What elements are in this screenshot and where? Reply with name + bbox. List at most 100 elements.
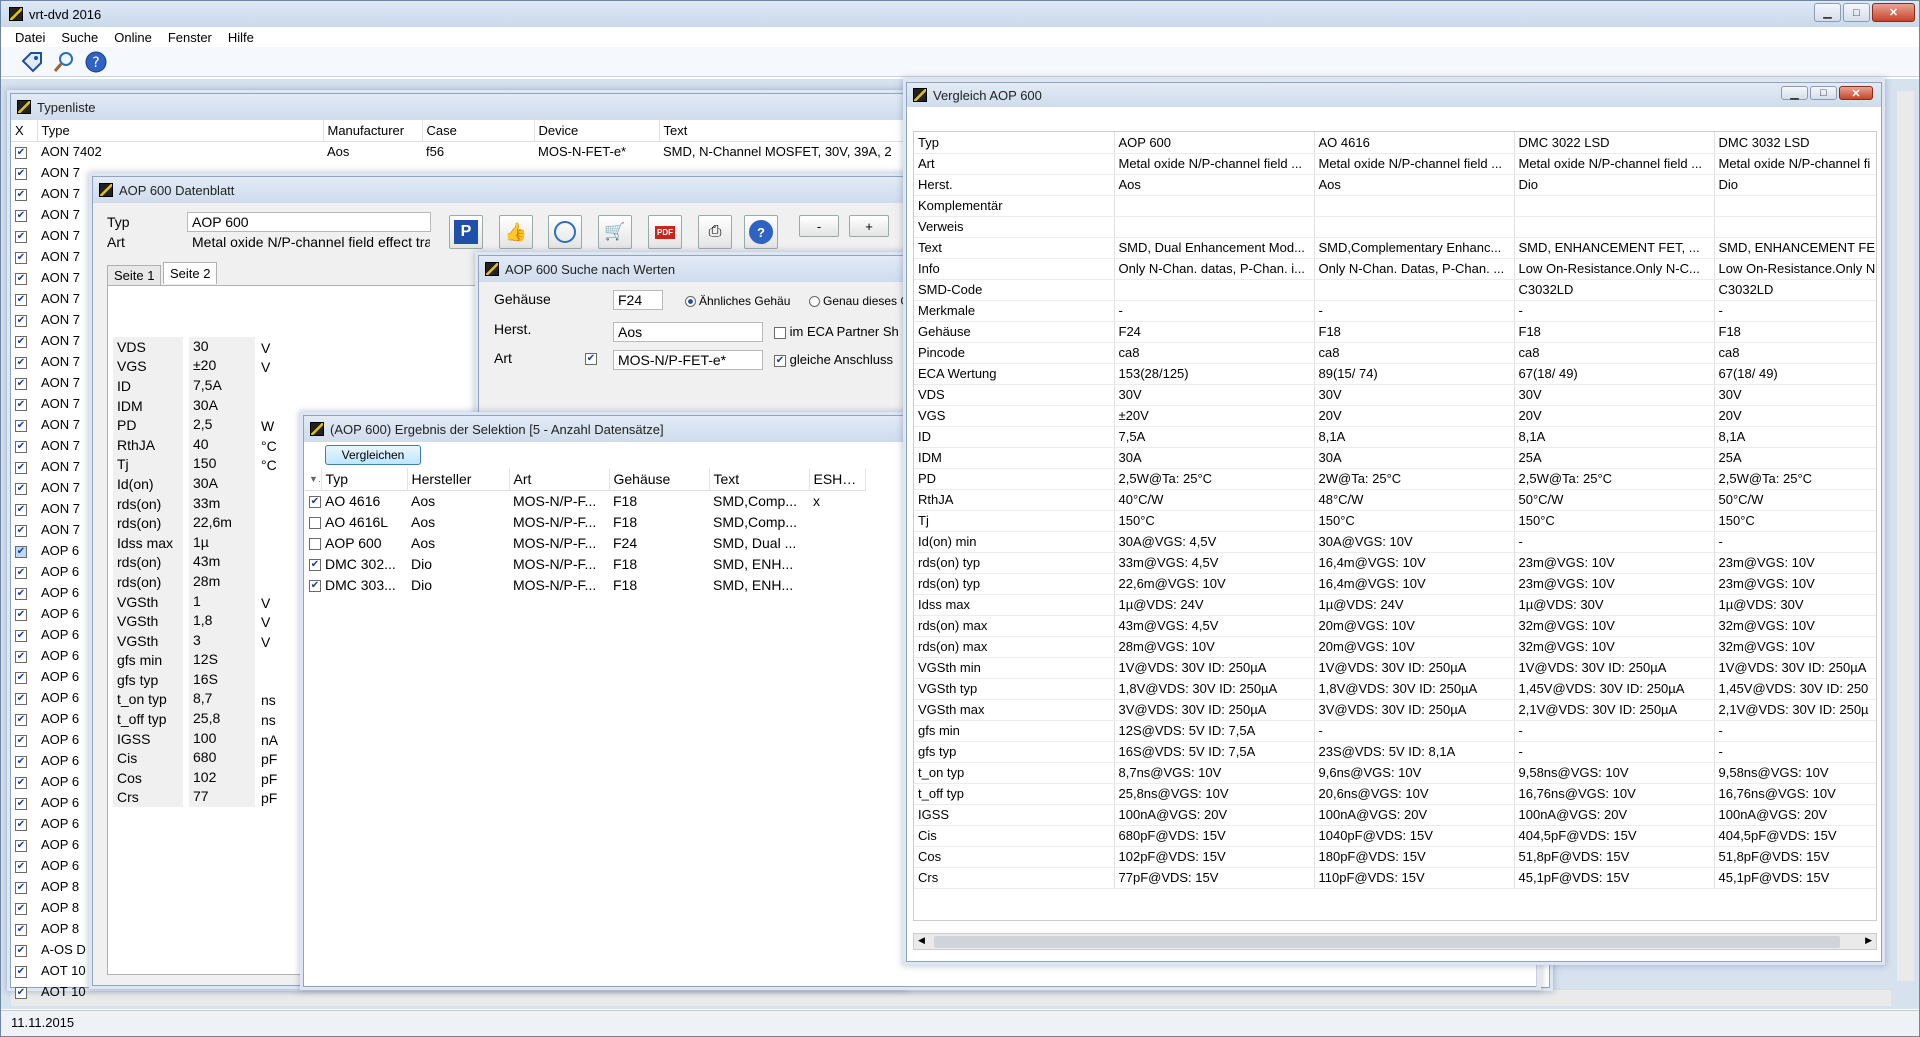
row-checkbox[interactable]: ✔ — [15, 965, 27, 978]
row-checkbox[interactable]: ✔ — [15, 734, 27, 747]
parking-button[interactable]: P — [449, 215, 483, 249]
row-checkbox[interactable]: ✔ — [15, 545, 27, 558]
vergleich-minimize-button[interactable]: ▁ — [1781, 86, 1808, 100]
art-field[interactable]: Metal oxide N/P-channel field effect tra — [187, 232, 431, 252]
row-checkbox[interactable]: ✔ — [15, 608, 27, 621]
row-checkbox[interactable]: ✔ — [15, 524, 27, 537]
print-button[interactable]: ⎙ — [698, 215, 732, 249]
row-checkbox[interactable]: ✔ — [15, 272, 27, 285]
param-value[interactable]: 25,8 — [189, 709, 255, 730]
row-checkbox[interactable]: ✔ — [15, 314, 27, 327]
tab-seite-2[interactable]: Seite 2 — [163, 262, 218, 284]
menu-datei[interactable]: Datei — [7, 30, 53, 45]
opt-genau[interactable]: Genau dieses G — [809, 294, 910, 308]
param-value[interactable]: 22,6m — [189, 513, 255, 534]
scroll-right-arrow[interactable]: ▶ — [1865, 935, 1872, 946]
param-value[interactable]: 1,8 — [189, 611, 255, 632]
row-checkbox[interactable]: ✔ — [15, 251, 27, 264]
help-icon[interactable]: ? — [83, 49, 109, 75]
row-checkbox[interactable]: ✔ — [15, 419, 27, 432]
param-value[interactable]: 3 — [189, 630, 255, 651]
row-checkbox[interactable]: ✔ — [309, 579, 321, 592]
row-checkbox[interactable]: ✔ — [15, 377, 27, 390]
row-checkbox[interactable]: ✔ — [15, 818, 27, 831]
row-checkbox[interactable]: ✔ — [15, 293, 27, 306]
herst-field[interactable]: Aos — [613, 322, 763, 342]
row-checkbox[interactable]: ✔ — [15, 776, 27, 789]
eca-partner-option[interactable]: im ECA Partner Sh — [774, 324, 899, 339]
row-checkbox[interactable] — [309, 537, 321, 550]
table-row[interactable]: ✔ AO 4616 Aos MOS-N/P-F... F18 SMD,Comp... x — [305, 490, 865, 511]
row-checkbox[interactable]: ✔ — [15, 860, 27, 873]
table-row[interactable]: AO 4616L Aos MOS-N/P-F... F18 SMD,Comp... — [305, 511, 865, 532]
row-checkbox[interactable]: ✔ — [15, 692, 27, 705]
eca-partner-checkbox[interactable] — [774, 326, 786, 339]
param-value[interactable]: 100 — [189, 728, 255, 749]
thumb-button[interactable]: 👍 — [499, 215, 533, 249]
param-value[interactable]: 7,5A — [189, 375, 255, 396]
row-checkbox[interactable]: ✔ — [15, 335, 27, 348]
param-value[interactable]: 1µ — [189, 532, 255, 553]
param-value[interactable]: 77 — [189, 787, 255, 808]
param-value[interactable]: 150 — [189, 454, 255, 475]
tags-icon[interactable] — [19, 49, 45, 75]
row-checkbox[interactable]: ✔ — [15, 944, 27, 957]
param-value[interactable]: 12S — [189, 650, 255, 671]
opt-aehnlich[interactable]: Ähnliches Gehäu — [685, 294, 790, 308]
row-checkbox[interactable]: ✔ — [15, 356, 27, 369]
radio-aehnlich[interactable] — [685, 296, 696, 308]
row-checkbox[interactable]: ✔ — [15, 230, 27, 243]
param-value[interactable]: 8,7 — [189, 689, 255, 710]
param-value[interactable]: 16S — [189, 669, 255, 690]
col-case[interactable]: Case — [422, 120, 535, 141]
row-checkbox[interactable]: ✔ — [15, 587, 27, 600]
row-checkbox[interactable]: ✔ — [309, 558, 321, 571]
param-value[interactable]: 1 — [189, 591, 255, 612]
row-checkbox[interactable]: ✔ — [15, 797, 27, 810]
gehaeuse-field[interactable]: F24 — [613, 290, 663, 310]
menu-hilfe[interactable]: Hilfe — [220, 30, 262, 45]
tab-seite-1[interactable]: Seite 1 — [107, 265, 162, 286]
suche-art-field[interactable]: MOS-N/P-FET-e* — [613, 350, 763, 370]
param-value[interactable]: 40 — [189, 434, 255, 455]
table-row[interactable]: ✔ DMC 303... Dio MOS-N/P-F... F18 SMD, ENH... — [305, 574, 865, 595]
row-checkbox[interactable]: ✔ — [15, 167, 27, 180]
vergleich-hscroll[interactable]: ◀ ▶ — [913, 933, 1877, 950]
col-eshop[interactable]: ESHOP — [809, 468, 866, 490]
row-checkbox[interactable]: ✔ — [15, 209, 27, 222]
row-checkbox[interactable]: ✔ — [15, 440, 27, 453]
row-checkbox[interactable]: ✔ — [15, 902, 27, 915]
row-checkbox[interactable]: ✔ — [15, 482, 27, 495]
row-checkbox[interactable]: ✔ — [15, 713, 27, 726]
row-checkbox[interactable]: ✔ — [15, 188, 27, 201]
row-checkbox[interactable]: ✔ — [15, 839, 27, 852]
col-x[interactable]: X — [11, 120, 38, 141]
main-vscroll[interactable] — [1897, 91, 1914, 981]
param-value[interactable]: 680 — [189, 748, 255, 769]
col-manufacturer[interactable]: Manufacturer — [323, 120, 423, 141]
menu-online[interactable]: Online — [106, 30, 160, 45]
ds-help-button[interactable]: ? — [744, 215, 778, 249]
pdf-button[interactable]: PDF — [648, 215, 682, 249]
gleiche-option[interactable]: ✔ gleiche Anschluss — [774, 352, 893, 367]
row-checkbox[interactable]: ✔ — [15, 398, 27, 411]
scroll-left-arrow[interactable]: ◀ — [918, 935, 925, 946]
col-type[interactable]: Type — [37, 120, 324, 141]
col-text[interactable]: Text — [709, 468, 810, 490]
radio-genau[interactable] — [809, 296, 820, 308]
param-value[interactable]: 102 — [189, 767, 255, 788]
row-checkbox[interactable]: ✔ — [15, 566, 27, 579]
row-checkbox[interactable]: ✔ — [15, 503, 27, 516]
minimize-button[interactable]: ▁ — [1814, 3, 1841, 22]
row-checkbox[interactable]: ✔ — [15, 755, 27, 768]
param-value[interactable]: 33m — [189, 493, 255, 514]
row-checkbox[interactable]: ✔ — [15, 881, 27, 894]
row-checkbox[interactable]: ✔ — [15, 650, 27, 663]
table-row[interactable]: ✔ DMC 302... Dio MOS-N/P-F... F18 SMD, ENH... — [305, 553, 865, 574]
scroll-thumb[interactable] — [934, 936, 1840, 948]
col-gehaeuse[interactable]: Gehäuse — [609, 468, 710, 490]
col-hersteller[interactable]: Hersteller — [407, 468, 510, 490]
col-art[interactable]: Art — [509, 468, 610, 490]
row-checkbox[interactable]: ✔ — [15, 146, 27, 159]
cart-button[interactable]: 🛒 — [598, 215, 632, 249]
